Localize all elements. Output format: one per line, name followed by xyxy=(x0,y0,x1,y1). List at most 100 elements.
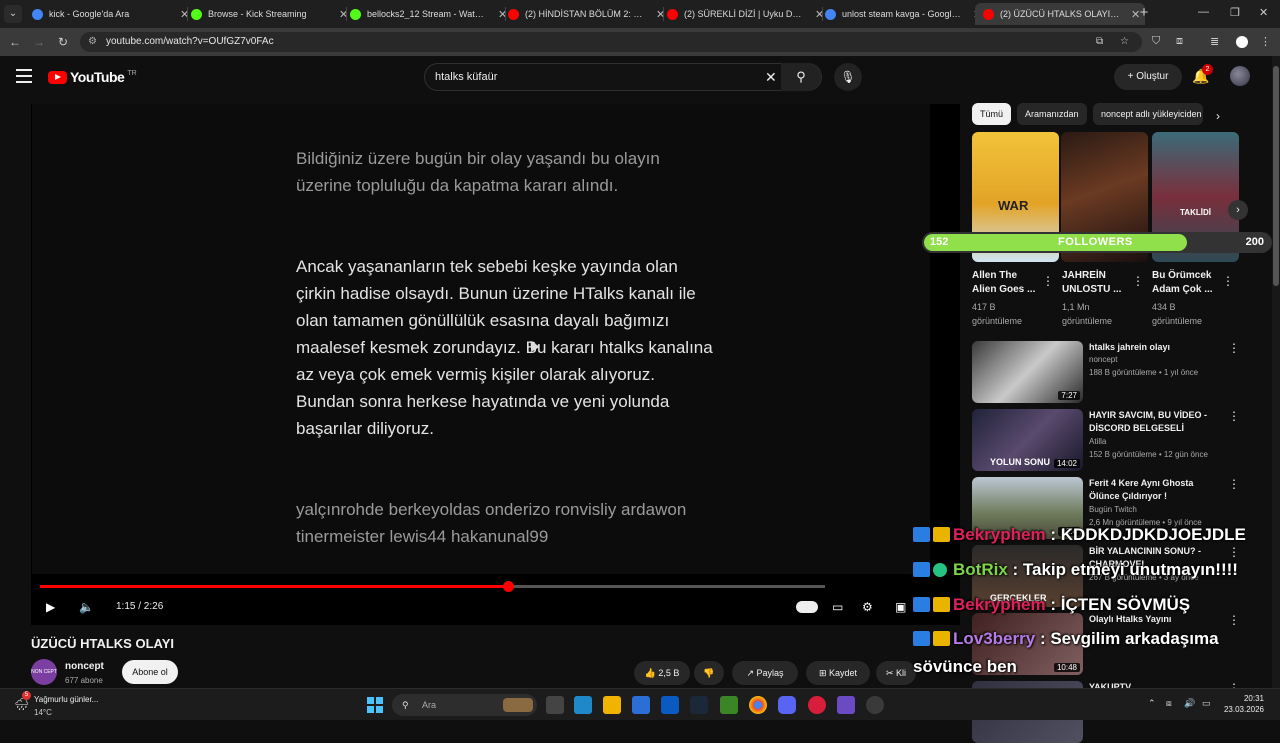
network-icon[interactable]: ⧈ xyxy=(1166,698,1172,709)
recommendation-thumbnail[interactable]: 7:27 xyxy=(972,341,1083,403)
search-input[interactable]: htalks küfaür xyxy=(435,64,497,90)
chip-from-uploader[interactable]: noncept adlı yükleyiciden xyxy=(1093,103,1203,125)
like-icon: 👍 xyxy=(644,668,656,678)
shield-extension-icon[interactable]: ⛉ xyxy=(1152,35,1160,48)
create-button[interactable]: + Oluştur xyxy=(1114,64,1182,90)
chrome-app-icon[interactable] xyxy=(749,696,767,714)
reading-list-icon[interactable]: ≣ xyxy=(1210,35,1219,48)
dislike-button[interactable]: 👎 xyxy=(694,661,724,685)
discord-app-icon[interactable] xyxy=(778,696,796,714)
shelf-title-1[interactable]: Allen The Alien Goes ... xyxy=(972,269,1042,297)
voice-search-icon[interactable]: 🎙 xyxy=(834,63,862,91)
reload-icon[interactable]: ↻ xyxy=(54,33,72,51)
windows-start-icon[interactable] xyxy=(367,697,383,713)
chip-all[interactable]: Tümü xyxy=(972,103,1012,125)
search-box[interactable]: htalks küfaür ✕ ⚲ xyxy=(424,63,822,91)
channel-name[interactable]: noncept xyxy=(65,661,104,672)
play-icon[interactable]: ▶ xyxy=(46,600,55,614)
cast-icon[interactable]: ⧉ xyxy=(1096,32,1103,52)
volume-icon[interactable]: 🔈 xyxy=(79,600,94,614)
youtube-logo[interactable]: YouTube TR xyxy=(48,69,137,85)
page-scrollbar[interactable] xyxy=(1272,56,1280,688)
file-explorer-icon[interactable] xyxy=(603,696,621,714)
mail-app-icon[interactable] xyxy=(661,696,679,714)
back-icon[interactable]: ← xyxy=(6,33,24,51)
subtitles-icon[interactable]: ▭ xyxy=(832,600,843,614)
search-button[interactable]: ⚲ xyxy=(781,63,821,91)
task-view-icon[interactable] xyxy=(546,696,564,714)
steam-app-icon[interactable] xyxy=(690,696,708,714)
account-avatar[interactable] xyxy=(1230,66,1250,86)
chip-from-search[interactable]: Aramanızdan xyxy=(1017,103,1087,125)
progress-scrubber[interactable] xyxy=(502,581,514,592)
store-app-icon[interactable] xyxy=(632,696,650,714)
shelf-next-icon[interactable]: › xyxy=(1228,200,1248,220)
recommendation-title[interactable]: HAYIR SAVCIM, BU VİDEO - DİSCORD BELGESE… xyxy=(1089,409,1217,435)
recommendation-channel[interactable]: noncept xyxy=(1089,355,1117,364)
miniplayer-icon[interactable]: ▣ xyxy=(895,600,906,614)
profile-icon[interactable] xyxy=(1236,36,1248,48)
browser-tab[interactable]: unlost steam kavga - Google'da✕ xyxy=(817,3,987,25)
url-field[interactable]: ⚙ youtube.com/watch?v=OUfGZ7v0FAc ⧉ ☆ xyxy=(80,32,1142,52)
chat-username: Bekryphem xyxy=(953,525,1046,544)
extensions-puzzle-icon[interactable]: ⧈ xyxy=(1176,35,1183,48)
like-button[interactable]: 👍 2,5 B xyxy=(634,661,690,685)
taskbar-clock[interactable]: 20:31 23.03.2026 xyxy=(1218,693,1264,715)
browser-tab[interactable]: bellocks2_12 Stream - Watch Li ✕ xyxy=(342,3,512,25)
youtube-music-icon[interactable] xyxy=(808,696,826,714)
shelf-title-3[interactable]: Bu Örümcek Adam Çok ... xyxy=(1152,269,1222,297)
tray-chevron-icon[interactable]: ⌃ xyxy=(1148,698,1156,709)
tab-title: kick - Google'da Ara xyxy=(49,9,130,19)
recommendation-channel[interactable]: Atilla xyxy=(1089,437,1106,446)
progress-bar[interactable] xyxy=(40,581,825,592)
browser-tab[interactable]: kick - Google'da Ara ✕ xyxy=(24,3,194,25)
recommendation-menu-icon[interactable]: ⋮ xyxy=(1228,477,1240,491)
browser-tab[interactable]: Browse - Kick Streaming ✕ xyxy=(183,3,353,25)
notifications-bell-icon[interactable]: 🔔 2 xyxy=(1192,64,1213,85)
save-button[interactable]: ⊞ Kaydet xyxy=(806,661,870,685)
volume-tray-icon[interactable]: 🔊 xyxy=(1184,698,1195,709)
menu-dots-icon[interactable]: ⋮ xyxy=(1260,35,1271,48)
bookmark-star-icon[interactable]: ☆ xyxy=(1120,32,1129,52)
shelf-menu-icon-3[interactable]: ⋮ xyxy=(1222,274,1234,288)
recommendation-thumbnail[interactable]: YOLUN SONU 14:02 xyxy=(972,409,1083,471)
duration-badge: 7:27 xyxy=(1058,391,1080,400)
widgets-app-icon[interactable] xyxy=(574,696,592,714)
teams-app-icon[interactable] xyxy=(837,696,855,714)
recommendation-channel[interactable]: Bugün Twitch xyxy=(1089,505,1137,514)
recommendation-item[interactable]: 7:27 htalks jahrein olayı noncept 188 B gör… xyxy=(972,341,1240,403)
recommendation-item[interactable]: YOLUN SONU 14:02 HAYIR SAVCIM, BU VİDEO - … xyxy=(972,409,1240,471)
minecraft-app-icon[interactable] xyxy=(720,696,738,714)
channel-avatar[interactable]: NON CEPT xyxy=(31,659,57,685)
minimize-icon[interactable]: — xyxy=(1198,6,1209,18)
shelf-menu-icon-2[interactable]: ⋮ xyxy=(1132,274,1144,288)
chips-next-icon[interactable]: › xyxy=(1216,109,1220,123)
shelf-title-2[interactable]: JAHREİN UNLOSTU ... xyxy=(1062,269,1132,297)
browser-tab[interactable]: (2) HİNDİSTAN BÖLÜM 2: VARA ✕ xyxy=(500,3,670,25)
taskbar-search[interactable]: ⚲ Ara xyxy=(392,694,537,716)
recommendation-menu-icon[interactable]: ⋮ xyxy=(1228,409,1240,423)
app-icon-generic[interactable] xyxy=(866,696,884,714)
shelf-menu-icon-1[interactable]: ⋮ xyxy=(1042,274,1054,288)
recommendation-title[interactable]: Ferit 4 Kere Aynı Ghosta Ölünce Çıldırıy… xyxy=(1089,477,1217,503)
share-button[interactable]: ↗ Paylaş xyxy=(732,661,798,685)
restore-icon[interactable]: ❐ xyxy=(1230,6,1240,19)
settings-gear-icon[interactable]: ⚙ xyxy=(862,600,873,614)
clip-button[interactable]: ✂ Kli xyxy=(876,661,916,685)
recommendation-menu-icon[interactable]: ⋮ xyxy=(1228,341,1240,355)
tab-search-button[interactable]: ⌄ xyxy=(4,5,22,23)
autoplay-toggle[interactable] xyxy=(796,601,818,613)
recommendation-menu-icon[interactable]: ⋮ xyxy=(1228,613,1240,627)
recommendation-menu-icon[interactable]: ⋮ xyxy=(1228,545,1240,559)
battery-icon[interactable]: ▭ xyxy=(1202,698,1211,709)
site-info-icon[interactable]: ⚙ xyxy=(88,32,97,52)
forward-icon[interactable]: → xyxy=(30,33,48,51)
browser-tab[interactable]: (2) ÜZÜCÜ HTALKS OLAYI - You ✕ xyxy=(975,3,1145,25)
hamburger-menu-icon[interactable] xyxy=(16,69,32,83)
recommendation-title[interactable]: htalks jahrein olayı xyxy=(1089,341,1217,354)
clear-search-icon[interactable]: ✕ xyxy=(765,64,777,90)
close-window-icon[interactable]: ✕ xyxy=(1259,6,1268,19)
subscribe-button[interactable]: Abone ol xyxy=(122,660,178,684)
browser-tab[interactable]: (2) SÜREKLİ DİZİ | Uyku Döngü ✕ xyxy=(659,3,829,25)
new-tab-button[interactable]: + xyxy=(1136,5,1152,21)
